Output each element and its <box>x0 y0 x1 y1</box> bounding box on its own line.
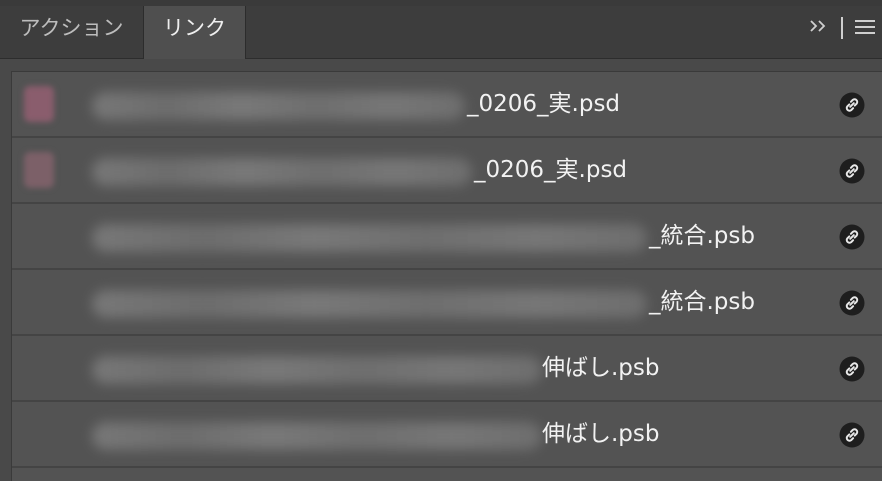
redacted-filename-prefix <box>92 356 542 384</box>
double-chevron-right-icon[interactable] <box>806 13 832 39</box>
link-icon <box>839 290 865 316</box>
link-filename: 伸ばし.psb <box>542 421 660 447</box>
link-thumbnail <box>24 152 54 188</box>
panel-tab-bar: アクション リンク <box>0 6 882 59</box>
header-divider <box>841 17 843 39</box>
link-row[interactable]: _統合.psb <box>12 270 882 336</box>
link-row[interactable]: 伸ばし.psb <box>12 402 882 468</box>
link-filename: _統合.psb <box>649 289 755 315</box>
links-list-panel: _0206_実.psd _0206_実.psd _統合.psb _統合.psb … <box>11 71 882 481</box>
link-row[interactable]: _0206_実.psd <box>12 72 882 138</box>
link-icon <box>839 158 865 184</box>
link-filename: _0206_実.psd <box>474 157 628 183</box>
link-row[interactable]: _0206_実.psd <box>12 138 882 204</box>
link-filename: _統合.psb <box>649 223 755 249</box>
redacted-filename-prefix <box>92 290 647 318</box>
link-filename: 伸ばし.psb <box>542 355 660 381</box>
tab-links[interactable]: リンク <box>143 6 246 59</box>
link-icon <box>839 422 865 448</box>
panel-header-controls <box>800 6 882 58</box>
link-row[interactable]: _統合.psb <box>12 204 882 270</box>
link-filename: _0206_実.psd <box>467 91 621 117</box>
link-row[interactable]: 伸ばし.psb <box>12 336 882 402</box>
hamburger-menu-icon[interactable] <box>851 15 879 39</box>
tab-actions[interactable]: アクション <box>0 6 143 58</box>
redacted-filename-prefix <box>92 224 647 252</box>
link-icon <box>839 224 865 250</box>
link-thumbnail <box>24 86 54 122</box>
link-icon <box>839 92 865 118</box>
link-icon <box>839 356 865 382</box>
redacted-filename-prefix <box>92 92 465 120</box>
redacted-filename-prefix <box>92 422 542 450</box>
redacted-filename-prefix <box>92 158 472 186</box>
